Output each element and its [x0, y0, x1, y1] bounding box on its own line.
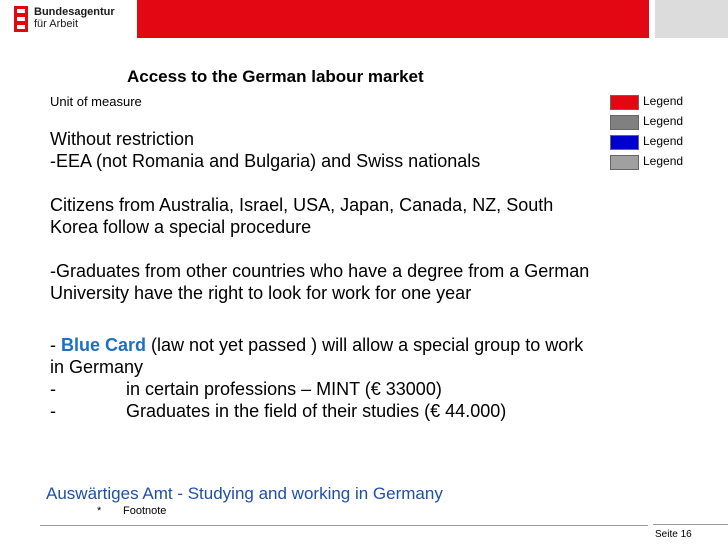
org-name-line1: Bundesagentur: [34, 6, 115, 18]
slide-body: Without restriction -EEA (not Romania an…: [50, 128, 670, 422]
legend-label: Legend: [643, 114, 684, 128]
footnote-marker: *: [97, 505, 102, 517]
bullet-item: - in certain professions – MINT (€ 33000): [50, 378, 670, 400]
footnote: * Footnote: [97, 505, 166, 517]
logo-text: Bundesagentur für Arbeit: [34, 6, 115, 30]
footer-divider: [40, 525, 648, 526]
body-line: in Germany: [50, 357, 144, 377]
page-divider: [653, 524, 728, 525]
body-line: University have the right to look for wo…: [50, 283, 472, 303]
org-name-line2: für Arbeit: [34, 18, 79, 30]
header-corner-block: [655, 0, 728, 38]
header-banner: [137, 0, 649, 38]
slide-title: Access to the German labour market: [127, 67, 424, 86]
bullet-item: - Graduates in the field of their studies…: [50, 400, 670, 422]
page-number: Seite 16: [655, 529, 692, 540]
agency-logo: Bundesagentur für Arbeit: [14, 4, 134, 40]
bluecard-rest: (law not yet passed ) will allow a speci…: [146, 335, 584, 355]
body-line: Citizens from Australia, Israel, USA, Ja…: [50, 195, 554, 215]
body-line: Without restriction: [50, 129, 195, 149]
bullet-text: Graduates in the field of their studies …: [126, 401, 507, 421]
legend-item: Legend: [610, 94, 720, 114]
source-link[interactable]: Auswärtiges Amt - Studying and working i…: [46, 484, 443, 504]
footnote-text: Footnote: [123, 505, 167, 517]
legend-label: Legend: [643, 94, 684, 108]
bluecard-label: Blue Card: [61, 335, 147, 355]
unit-of-measure: Unit of measure: [50, 94, 142, 109]
bluecard-line: - Blue Card (law not yet passed ) will a…: [50, 334, 670, 356]
bullet-dash: -: [50, 401, 56, 421]
bullet-dash: -: [50, 379, 56, 399]
logo-icon: [14, 6, 28, 32]
bullet-text: in certain professions – MINT (€ 33000): [126, 379, 442, 399]
body-line: Korea follow a special procedure: [50, 217, 312, 237]
body-line: -EEA (not Romania and Bulgaria) and Swis…: [50, 151, 481, 171]
bluecard-dash: -: [50, 335, 61, 355]
body-line: -Graduates from other countries who have…: [50, 261, 590, 281]
legend-swatch: [610, 95, 639, 110]
